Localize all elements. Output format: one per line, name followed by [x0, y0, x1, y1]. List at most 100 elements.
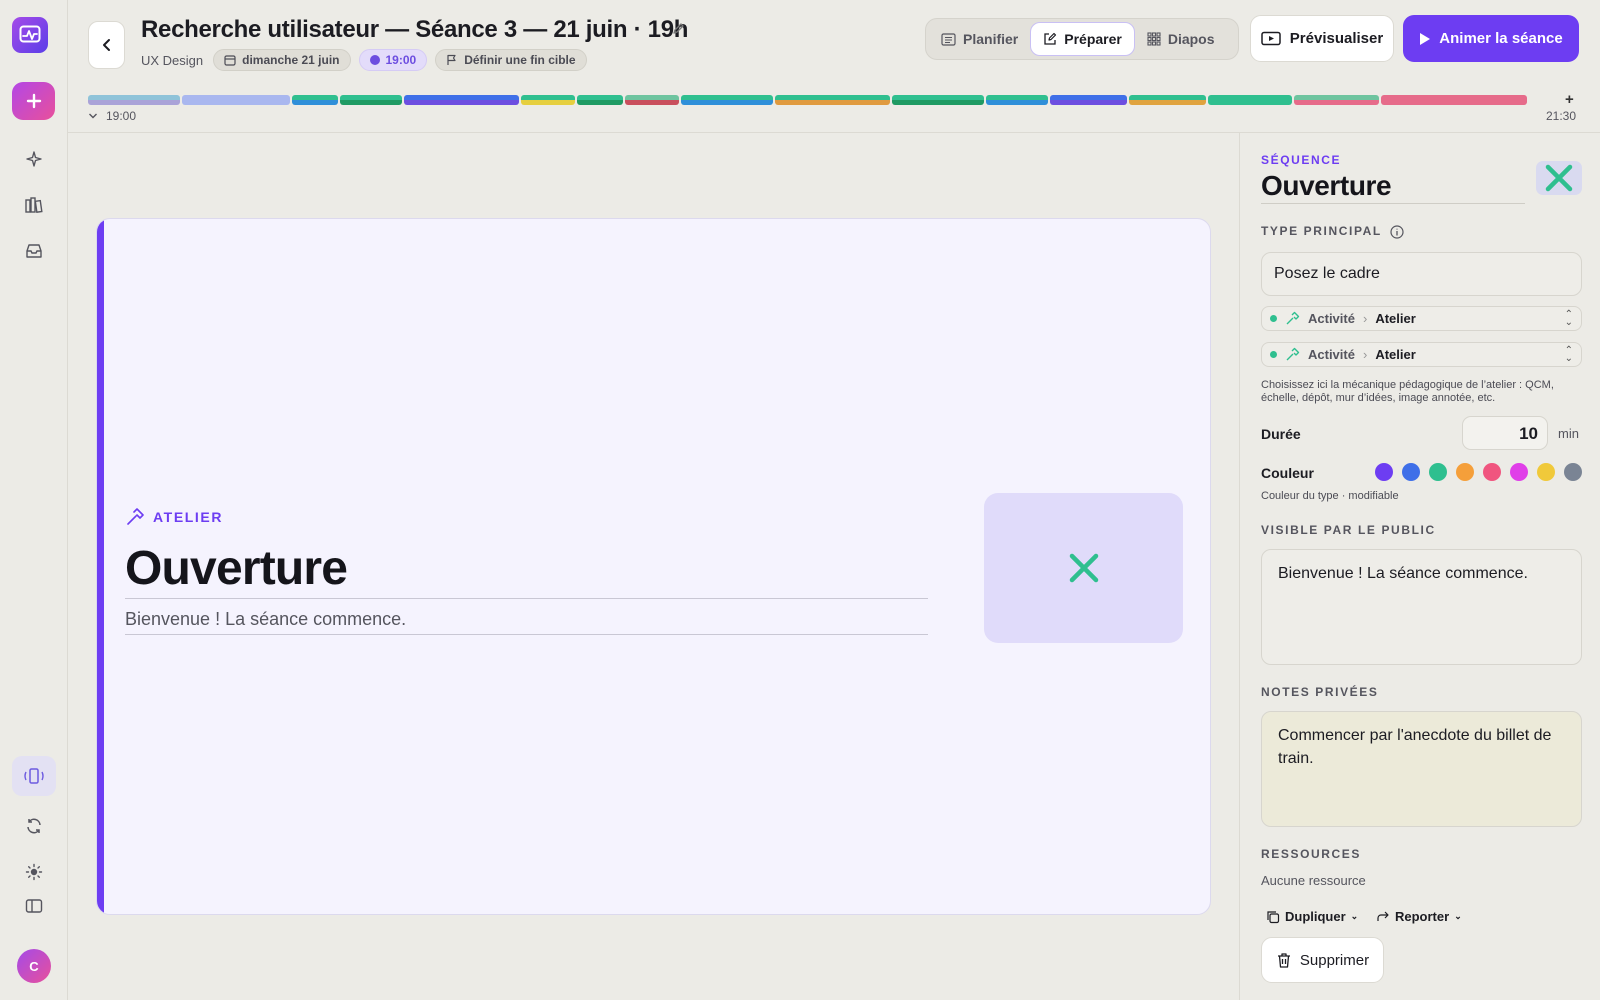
session-title[interactable]: Recherche utilisateur — Séance 3 — 21 ju…	[141, 16, 688, 44]
preview-button-label: Prévisualiser	[1289, 30, 1384, 47]
timeline-segment[interactable]	[340, 95, 402, 105]
list-icon	[941, 32, 956, 46]
timeline-segment[interactable]	[892, 95, 985, 105]
clock-icon	[369, 55, 380, 65]
tab-planifier[interactable]: Planifier	[929, 22, 1030, 56]
chevron-down-icon[interactable]	[88, 112, 98, 120]
app-logo-icon[interactable]	[12, 17, 48, 53]
sidebar-toggle-button[interactable]	[12, 886, 56, 926]
private-notes-label: NOTES PRIVÉES	[1261, 685, 1379, 699]
trash-icon	[1277, 952, 1290, 968]
timeline-segment[interactable]	[680, 95, 773, 105]
status-dot	[1270, 351, 1277, 358]
session-timeline[interactable]	[88, 95, 1528, 105]
sparkles-button[interactable]	[12, 139, 56, 179]
date-chip-label: dimanche 21 juin	[242, 53, 340, 67]
vibrate-icon	[24, 768, 44, 784]
public-label: VISIBLE PAR LE PUBLIC	[1261, 523, 1436, 537]
slide-media-placeholder[interactable]	[984, 493, 1183, 643]
close-icon	[1069, 553, 1098, 583]
tab-diapos[interactable]: Diapos	[1135, 22, 1227, 56]
sync-button[interactable]	[12, 806, 56, 846]
type-principal-input[interactable]: Posez le cadre	[1261, 252, 1582, 296]
slide-title[interactable]: Ouverture	[125, 541, 928, 599]
delete-label: Supprimer	[1299, 951, 1370, 969]
breadcrumb-separator: ›	[1362, 311, 1368, 326]
timeline-segment[interactable]	[1207, 95, 1293, 105]
target-end-chip[interactable]: Définir une fin cible	[435, 49, 587, 71]
animate-button-label: Animer la séance	[1439, 30, 1563, 47]
timeline-start-label: 19:00	[106, 109, 137, 123]
back-button[interactable]	[88, 21, 125, 69]
color-swatch[interactable]	[1483, 463, 1501, 481]
duplicate-button[interactable]: Dupliquer ⌄	[1266, 909, 1358, 924]
updown-chevron-icon: ⌃ ⌄	[1564, 344, 1573, 364]
select-value: Atelier	[1375, 311, 1416, 326]
select-category: Activité	[1308, 311, 1355, 326]
info-icon[interactable]	[1390, 225, 1404, 239]
flag-icon	[447, 54, 456, 65]
session-header: Recherche utilisateur — Séance 3 — 21 ju…	[68, 0, 1600, 133]
preview-button[interactable]: Prévisualiser	[1250, 15, 1394, 62]
color-swatches	[1375, 463, 1582, 481]
timeline-segment[interactable]	[1050, 95, 1127, 105]
color-swatch[interactable]	[1564, 463, 1582, 481]
timeline-segment[interactable]	[291, 95, 339, 105]
presenter-mode-button[interactable]	[12, 756, 56, 796]
sequence-section-label: SÉQUENCE	[1261, 153, 1342, 167]
chevron-down-icon: ⌄	[1350, 911, 1359, 921]
chevron-left-icon	[102, 39, 110, 51]
public-text-area[interactable]: Bienvenue ! La séance commence.	[1261, 549, 1582, 665]
inbox-icon	[26, 244, 42, 258]
timeline-segment[interactable]	[520, 95, 575, 105]
color-label: Couleur	[1261, 465, 1314, 481]
timeline-segment[interactable]	[182, 95, 290, 105]
postpone-label: Reporter	[1395, 909, 1450, 924]
color-swatch[interactable]	[1402, 463, 1420, 481]
date-chip[interactable]: dimanche 21 juin	[213, 49, 351, 71]
color-swatch[interactable]	[1537, 463, 1555, 481]
color-swatch[interactable]	[1429, 463, 1447, 481]
sequence-title-input[interactable]: Ouverture	[1261, 170, 1525, 204]
timeline-segment[interactable]	[1380, 95, 1528, 105]
user-avatar[interactable]: C	[17, 949, 51, 983]
activity-select-1[interactable]: Activité › Atelier ⌃ ⌄	[1261, 306, 1582, 331]
plus-icon	[26, 93, 41, 109]
postpone-button[interactable]: Reporter ⌄	[1376, 909, 1462, 924]
sequence-icon-picker[interactable]	[1536, 161, 1582, 195]
breadcrumb-separator: ›	[1362, 347, 1368, 362]
hammer-icon	[1286, 347, 1300, 361]
time-chip[interactable]: 19:00	[358, 49, 428, 71]
timeline-segment[interactable]	[576, 95, 623, 105]
duration-input[interactable]: 10	[1462, 416, 1548, 450]
timeline-segment[interactable]	[1128, 95, 1206, 105]
library-button[interactable]	[12, 185, 56, 225]
course-name: UX Design	[141, 52, 204, 68]
timeline-segment[interactable]	[624, 95, 679, 105]
timeline-segment[interactable]	[1294, 95, 1379, 105]
timeline-segment[interactable]	[88, 95, 181, 105]
timeline-segment[interactable]	[986, 95, 1048, 105]
archive-button[interactable]	[12, 231, 56, 271]
delete-button[interactable]: Supprimer	[1261, 937, 1384, 983]
slide-preview[interactable]: ATELIER Ouverture Bienvenue ! La séance …	[96, 218, 1211, 915]
color-swatch[interactable]	[1375, 463, 1393, 481]
timeline-segment[interactable]	[403, 95, 519, 105]
slide-subtitle[interactable]: Bienvenue ! La séance commence.	[125, 609, 928, 635]
tab-preparer-label: Préparer	[1064, 31, 1122, 47]
color-swatch[interactable]	[1510, 463, 1528, 481]
activity-select-2[interactable]: Activité › Atelier ⌃ ⌄	[1261, 342, 1582, 367]
private-notes-area[interactable]: Commencer par l'anecdote du billet de tr…	[1261, 711, 1582, 827]
tab-planifier-label: Planifier	[963, 31, 1019, 47]
time-chip-label: 19:00	[385, 53, 417, 67]
color-swatch[interactable]	[1456, 463, 1474, 481]
timeline-segment[interactable]	[774, 95, 891, 105]
add-sequence-icon[interactable]: +	[1565, 91, 1574, 108]
animate-session-button[interactable]: Animer la séance	[1403, 15, 1579, 62]
pencil-icon[interactable]	[672, 22, 685, 35]
no-resources-text: Aucune ressource	[1261, 873, 1366, 888]
new-session-button[interactable]	[12, 82, 55, 120]
tab-preparer[interactable]: Préparer	[1030, 22, 1135, 56]
timeline-end-label: 21:30	[1546, 109, 1577, 123]
hammer-icon	[1286, 311, 1300, 325]
